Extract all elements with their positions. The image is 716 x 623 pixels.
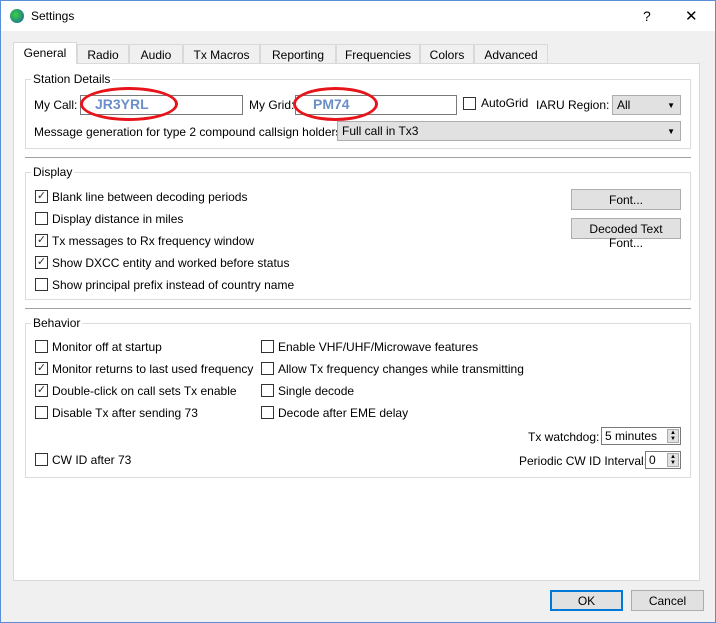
checkbox-checked[interactable]: ✓: [35, 384, 48, 397]
iaru-region-select[interactable]: All ▼: [612, 95, 681, 115]
tab-radio[interactable]: Radio: [77, 44, 129, 64]
chevron-down-icon: ▼: [667, 127, 675, 136]
checkbox[interactable]: [261, 362, 274, 375]
title-bar: Settings ? ✕: [1, 1, 715, 31]
divider: [25, 157, 691, 158]
checkbox-label: Single decode: [278, 384, 355, 398]
decoded-text-font-button[interactable]: Decoded Text Font...: [571, 218, 681, 250]
checkbox-label: Display distance in miles: [52, 212, 184, 226]
help-button[interactable]: ?: [643, 8, 651, 24]
checkbox-label: Monitor returns to last used frequency: [52, 362, 254, 376]
checkbox-checked[interactable]: ✓: [35, 256, 48, 269]
tx-watchdog-spinbox[interactable]: 5 minutes ▲ ▼: [601, 427, 681, 445]
tab-colors[interactable]: Colors: [420, 44, 474, 64]
cancel-button[interactable]: Cancel: [631, 590, 704, 611]
message-generation-value: Full call in Tx3: [342, 124, 419, 138]
my-call-label: My Call:: [34, 98, 78, 112]
checkbox-label: Double-click on call sets Tx enable: [52, 384, 237, 398]
checkbox-checked[interactable]: ✓: [35, 362, 48, 375]
annotation-circle: [293, 87, 378, 121]
checkbox[interactable]: [35, 406, 48, 419]
checkbox-label: Allow Tx frequency changes while transmi…: [278, 362, 524, 376]
iaru-region-label: IARU Region:: [536, 98, 610, 112]
spin-arrows-icon[interactable]: ▲ ▼: [667, 429, 679, 443]
window-title: Settings: [31, 9, 75, 23]
cw-id-interval-value: 0: [649, 453, 656, 467]
tab-tx-macros[interactable]: Tx Macros: [183, 44, 260, 64]
checkbox-label: Show principal prefix instead of country…: [52, 278, 295, 292]
tx-watchdog-value: 5 minutes: [605, 429, 658, 443]
tab-advanced[interactable]: Advanced: [474, 44, 548, 64]
station-details-title: Station Details: [31, 72, 113, 86]
checkbox-label: Monitor off at startup: [52, 340, 162, 354]
cw-id-after-73-label: CW ID after 73: [52, 453, 132, 467]
autogrid-label: AutoGrid: [481, 96, 529, 110]
checkbox-label: Blank line between decoding periods: [52, 190, 248, 204]
my-grid-label: My Grid:: [249, 98, 295, 112]
display-title: Display: [31, 165, 75, 179]
checkbox[interactable]: [35, 340, 48, 353]
cw-id-interval-label: Periodic CW ID Interval:: [519, 454, 648, 468]
cw-id-interval-spinbox[interactable]: 0 ▲ ▼: [645, 451, 681, 469]
close-button[interactable]: ✕: [685, 7, 698, 25]
font-button[interactable]: Font...: [571, 189, 681, 210]
cw-id-after-73-checkbox[interactable]: [35, 453, 48, 466]
tab-audio[interactable]: Audio: [129, 44, 183, 64]
ok-button[interactable]: OK: [550, 590, 623, 611]
tab-reporting[interactable]: Reporting: [260, 44, 336, 64]
checkbox-checked[interactable]: ✓: [35, 190, 48, 203]
checkbox-checked[interactable]: ✓: [35, 234, 48, 247]
message-generation-select[interactable]: Full call in Tx3 ▼: [337, 121, 681, 141]
checkbox[interactable]: [261, 406, 274, 419]
tx-watchdog-label: Tx watchdog:: [528, 430, 600, 444]
checkbox-label: Decode after EME delay: [278, 406, 409, 420]
behavior-title: Behavior: [31, 316, 83, 330]
tab-general[interactable]: General: [13, 42, 77, 64]
app-icon: [10, 9, 24, 23]
checkbox[interactable]: [261, 340, 274, 353]
spin-arrows-icon[interactable]: ▲ ▼: [667, 453, 679, 467]
iaru-region-value: All: [617, 98, 631, 112]
checkbox[interactable]: [261, 384, 274, 397]
checkbox-label: Tx messages to Rx frequency window: [52, 234, 255, 248]
checkbox-label: Enable VHF/UHF/Microwave features: [278, 340, 479, 354]
checkbox-label: Disable Tx after sending 73: [52, 406, 198, 420]
checkbox-label: Show DXCC entity and worked before statu…: [52, 256, 290, 270]
divider: [25, 308, 691, 309]
chevron-down-icon: ▼: [667, 101, 675, 110]
autogrid-checkbox[interactable]: [463, 97, 476, 110]
checkbox[interactable]: [35, 212, 48, 225]
tab-frequencies[interactable]: Frequencies: [336, 44, 420, 64]
annotation-circle: [80, 87, 178, 121]
checkbox[interactable]: [35, 278, 48, 291]
message-generation-label: Message generation for type 2 compound c…: [34, 125, 345, 139]
